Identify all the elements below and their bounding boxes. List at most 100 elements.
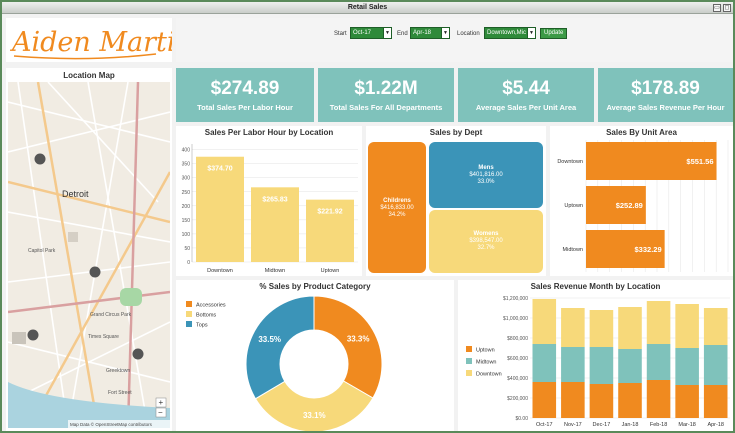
- bar-segment: [646, 380, 671, 418]
- zoom-out-icon: −: [158, 408, 163, 417]
- bar-data-label: $551.56: [686, 157, 713, 166]
- legend-label: Bottoms: [196, 313, 216, 319]
- bar-data-label: $252.89: [616, 201, 643, 210]
- x-tick-label: Jan-18: [622, 422, 639, 428]
- logo-text: Aiden Martin: [9, 27, 172, 58]
- map-city-label: Detroit: [62, 189, 89, 199]
- kpi-card: $178.89 Average Sales Revenue Per Hour: [598, 68, 733, 122]
- bar-segment: [675, 385, 699, 418]
- zoom-in-icon: +: [159, 398, 164, 407]
- y-tick-label: $200,000: [507, 396, 528, 402]
- filter-bar: Start Oct-17 ▼ End Apr-18 ▼ Location Downt…: [176, 18, 733, 62]
- treemap-tile-womens[interactable]: Womens $398,547.00 32.7%: [429, 210, 543, 273]
- pie-slice: [313, 295, 383, 399]
- y-tick-label: 350: [182, 162, 191, 168]
- bar-segment: [532, 344, 557, 382]
- revenue-chart: $0.00 $200,000 $400,000 $600,000 $800,000 $1,…: [466, 296, 730, 428]
- map-label: Greektown: [106, 368, 130, 374]
- map-label: Grand Circus Park: [90, 312, 132, 318]
- bar-segment: [703, 345, 728, 385]
- bar-segment: [561, 308, 585, 347]
- location-label: Location: [457, 31, 480, 37]
- map-label: Fort Street: [108, 390, 132, 396]
- kpi-card: $274.89 Total Sales Per Labor Hour: [176, 68, 314, 122]
- x-tick-label: Apr-18: [707, 422, 724, 428]
- category-chart-panel: % Sales by Product Category 33.3% 33.1% 33…: [176, 280, 454, 431]
- y-tick-label: $1,200,000: [503, 296, 528, 302]
- logo: Aiden Martin: [6, 18, 193, 62]
- minimize-icon[interactable]: ▭: [713, 4, 721, 12]
- bar-segment: [589, 347, 614, 384]
- bar-segment: [532, 299, 557, 344]
- legend-swatch: [466, 358, 472, 364]
- chart-title: Sales By Unit Area: [606, 128, 677, 137]
- unit-area-chart-panel: Sales By Unit Area $551.56 Downtown $252.8…: [550, 126, 733, 276]
- y-tick-label: 50: [184, 246, 190, 252]
- y-tick-label: 0: [187, 260, 190, 266]
- bar-segment: [703, 308, 728, 345]
- location-select[interactable]: Downtown,Mic ▼: [484, 27, 536, 39]
- x-tick-label: Uptown: [321, 268, 340, 274]
- start-select[interactable]: Oct-17 ▼: [350, 27, 392, 39]
- bar-segment: [561, 382, 585, 418]
- kpi-card: $1.22M Total Sales For All Departments: [318, 68, 454, 122]
- y-tick-label: $1,000,000: [503, 316, 528, 322]
- x-tick-label: Nov-17: [564, 422, 582, 428]
- pie-data-label: 33.3%: [347, 335, 370, 344]
- bar-segment: [646, 344, 671, 380]
- start-label: Start: [334, 31, 347, 37]
- chart-title: Sales Per Labor Hour by Location: [204, 128, 334, 137]
- y-tick-label: $800,000: [507, 336, 528, 342]
- chevron-down-icon: ▼: [441, 28, 449, 38]
- labor-hour-chart: 0 50 100 150 200 250 300 350 400 $374.70 Downtown $…: [182, 144, 358, 274]
- bar-data-label: $265.83: [262, 196, 287, 203]
- bar-segment: [675, 348, 699, 385]
- treemap-tile-childrens[interactable]: Childrens $416,833.00 34.2%: [368, 142, 426, 273]
- map-label: Times Square: [88, 334, 119, 340]
- y-tick-label: 150: [182, 218, 191, 224]
- legend-label: Uptown: [476, 348, 495, 354]
- update-button[interactable]: Update: [540, 28, 568, 39]
- legend-swatch: [186, 321, 192, 327]
- y-tick-label: Midtown: [563, 247, 583, 253]
- app-window: Retail Sales ▭ ◻ Aiden Martin Start Oct-…: [0, 0, 735, 433]
- pie-data-label: 33.1%: [303, 411, 326, 420]
- x-tick-label: Feb-18: [650, 422, 667, 428]
- legend-swatch: [466, 346, 472, 352]
- legend-label: Midtown: [476, 360, 496, 366]
- bar-data-label: $221.92: [317, 209, 342, 216]
- bar-segment: [589, 384, 614, 418]
- kpi-label: Average Sales Revenue Per Hour: [606, 103, 725, 112]
- window-title: Retail Sales: [2, 2, 733, 14]
- bar-segment: [589, 310, 614, 347]
- x-tick-label: Midtown: [265, 268, 285, 274]
- kpi-value: $1.22M: [354, 78, 418, 99]
- map-attribution: Map Data © OpenStreetMap contributors: [70, 421, 153, 427]
- kpi-card: $5.44 Average Sales Per Unit Area: [458, 68, 594, 122]
- chart-title: Sales by Dept: [429, 128, 483, 137]
- x-tick-label: Dec-17: [593, 422, 611, 428]
- bar-segment: [561, 347, 585, 382]
- chevron-down-icon: ▼: [383, 28, 391, 38]
- maximize-icon[interactable]: ◻: [723, 4, 731, 12]
- map-title: Location Map: [63, 71, 115, 80]
- category-chart: 33.3% 33.1% 33.5% Accessories Bottoms Tops: [186, 295, 383, 431]
- y-tick-label: $400,000: [507, 376, 528, 382]
- kpi-value: $274.89: [210, 78, 280, 99]
- kpi-label: Total Sales Per Labor Hour: [197, 103, 293, 112]
- end-select[interactable]: Apr-18 ▼: [410, 27, 450, 39]
- map-canvas[interactable]: Detroit Grand Circus Park Times Square G…: [8, 82, 170, 428]
- kpi-value: $178.89: [631, 78, 700, 99]
- y-tick-label: $0.00: [515, 416, 528, 422]
- unit-area-chart: $551.56 Downtown $252.89 Uptown $332.29 Midto…: [557, 140, 729, 272]
- treemap-tile-mens[interactable]: Mens $401,816.00 33.0%: [429, 142, 543, 208]
- kpi-label: Average Sales Per Unit Area: [475, 103, 577, 112]
- revenue-chart-panel: Sales Revenue Month by Location $0.00 $20…: [458, 280, 733, 431]
- bar-segment: [646, 301, 671, 344]
- labor-hour-chart-panel: Sales Per Labor Hour by Location 0 50 100 1…: [176, 126, 362, 276]
- legend-label: Accessories: [196, 303, 226, 309]
- pie-slice: [245, 295, 315, 400]
- x-tick-label: Downtown: [207, 268, 233, 274]
- y-tick-label: Downtown: [557, 159, 583, 165]
- legend-swatch: [466, 370, 472, 376]
